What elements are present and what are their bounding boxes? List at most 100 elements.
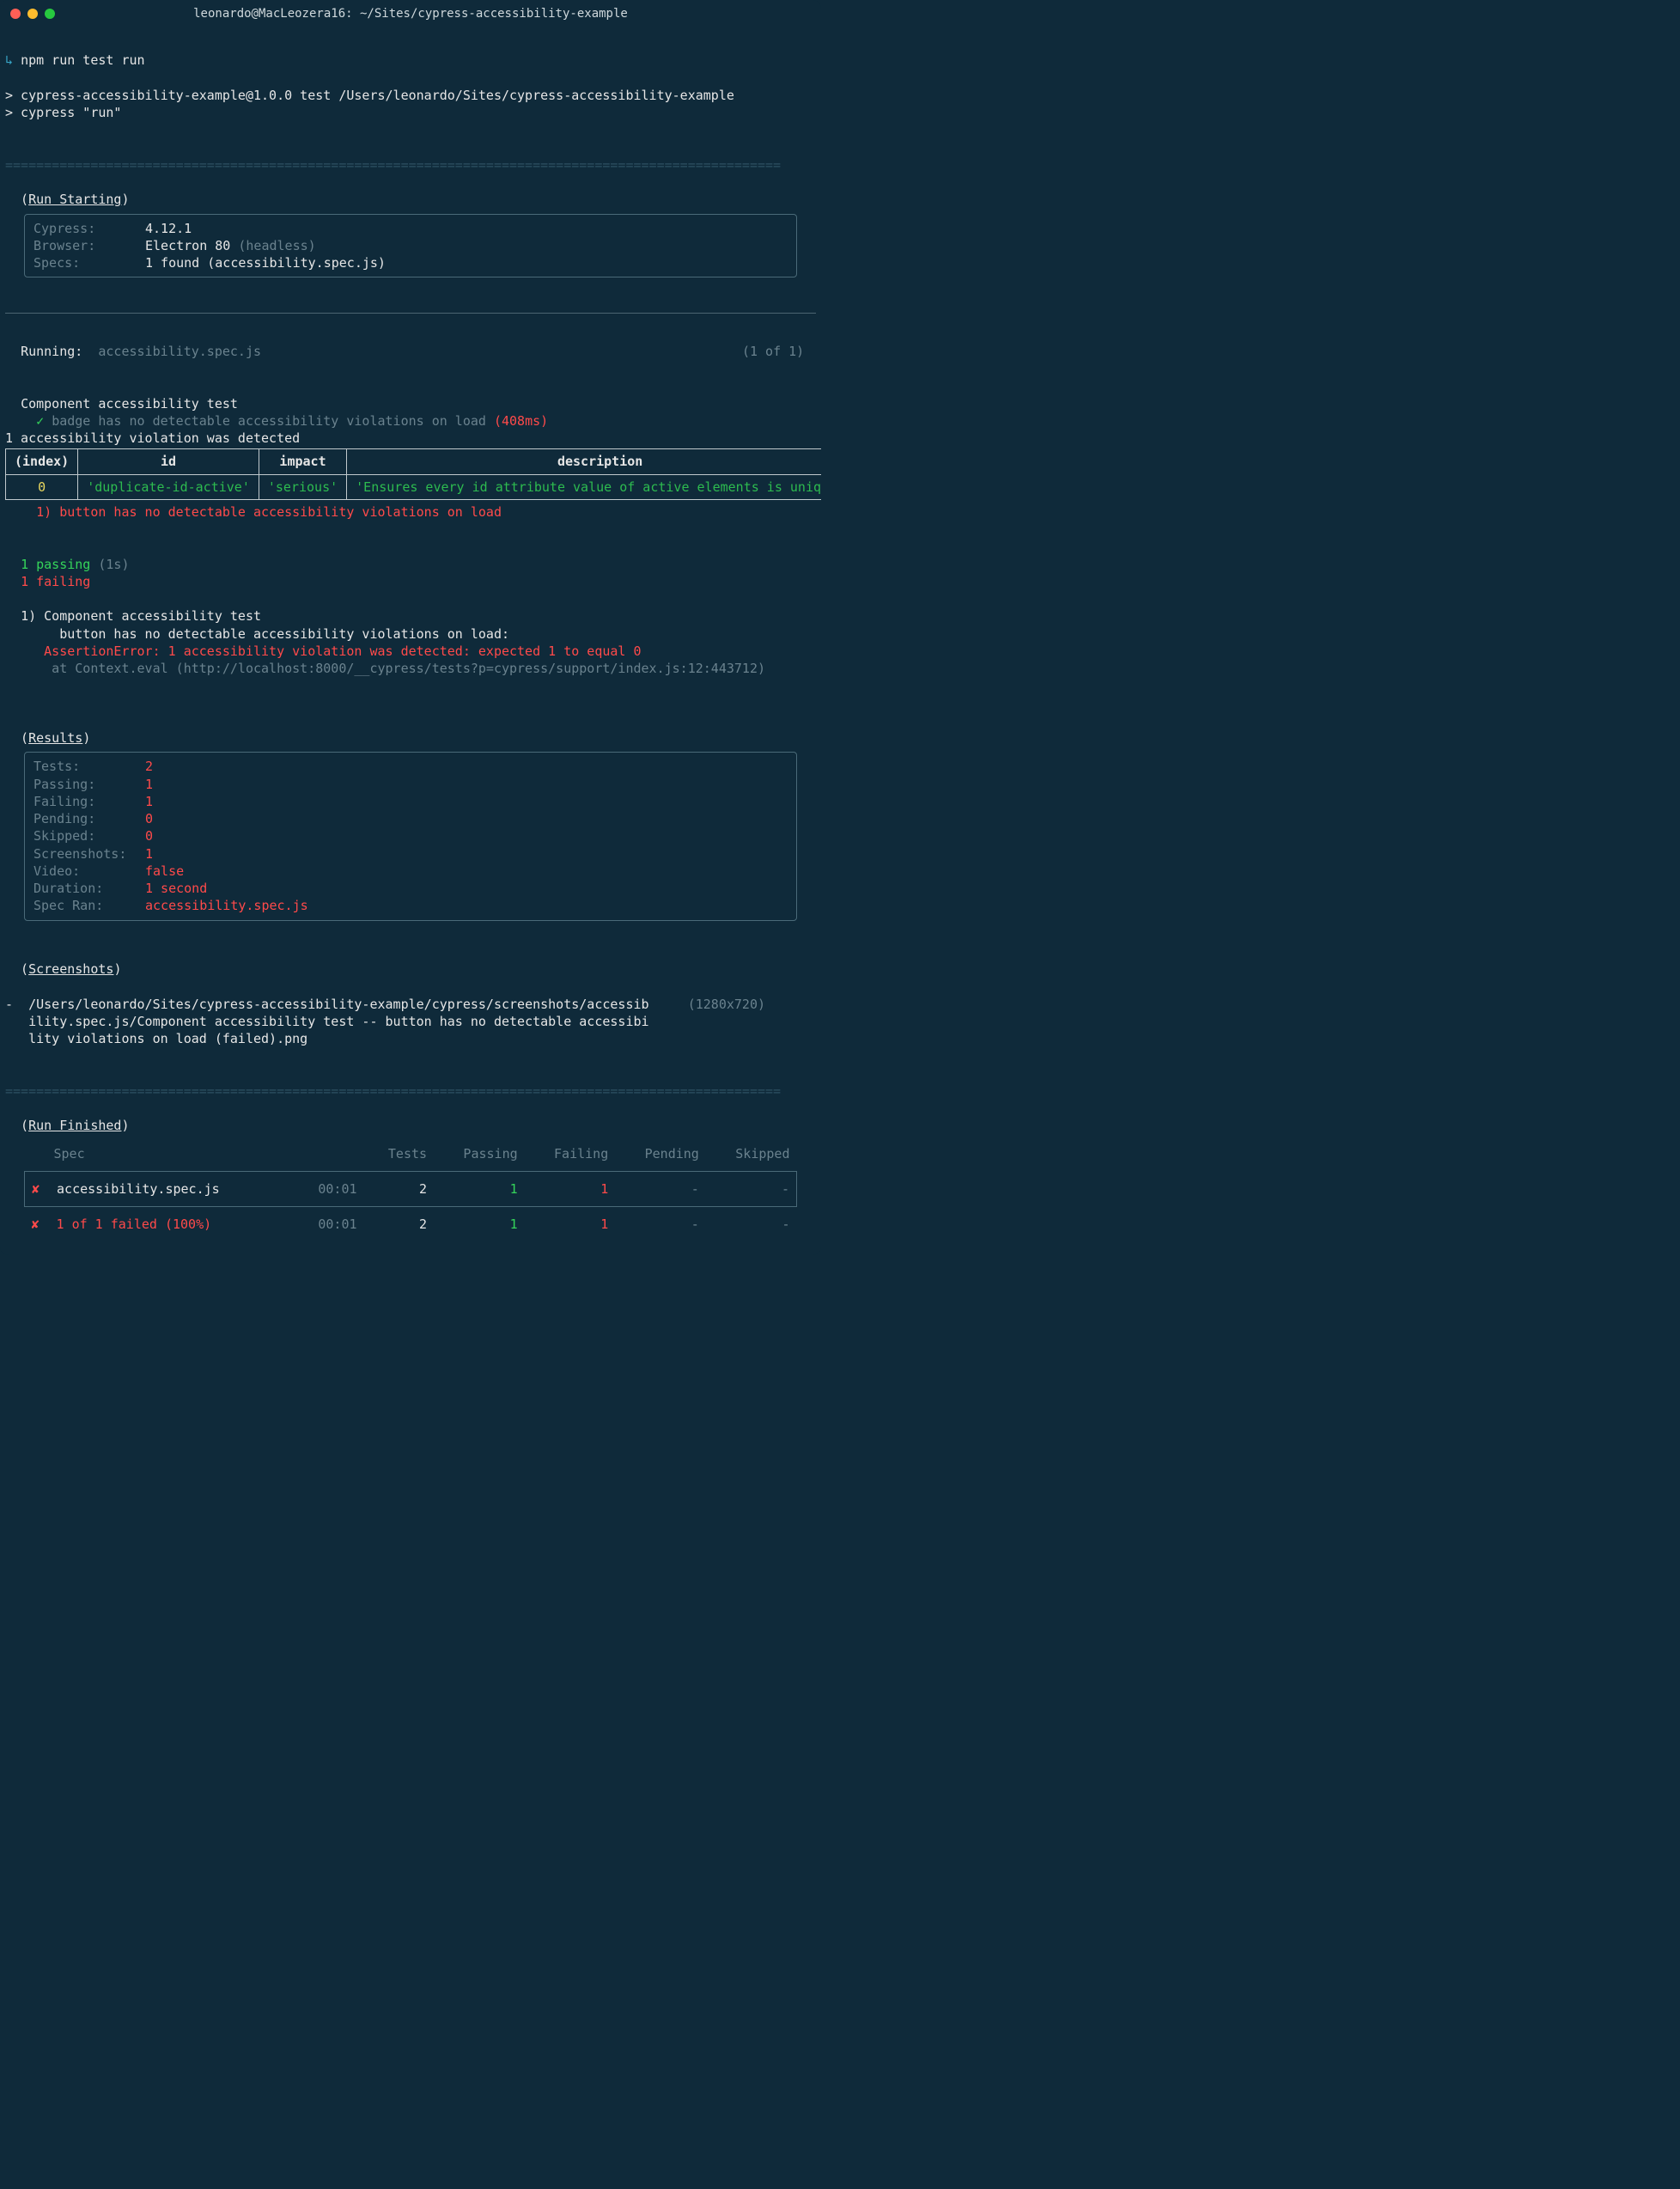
prompt-icon: ↳ <box>5 52 13 68</box>
fail-mark-icon: ✘ <box>32 1216 49 1233</box>
summary-total-row: ✘ 1 of 1 failed (100%) 00:01 2 1 1 - - <box>25 1207 797 1242</box>
col-passing: Passing <box>434 1140 525 1172</box>
col-skipped: Skipped <box>706 1140 797 1172</box>
run-summary-table: Spec Tests Passing Failing Pending Skipp… <box>24 1140 797 1242</box>
res-label: Skipped: <box>33 827 145 845</box>
hr-rule: ========================================… <box>5 157 781 173</box>
passing-count: 1 <box>21 557 28 572</box>
divider <box>5 313 816 314</box>
test-passed: badge has no detectable accessibility vi… <box>52 413 486 429</box>
summary-pending: - <box>615 1171 706 1206</box>
res-value: 1 <box>145 777 153 792</box>
env-value: 4.12.1 <box>145 221 192 236</box>
col-index: (index) <box>6 449 78 474</box>
res-label: Tests: <box>33 758 145 775</box>
cell-id: 'duplicate-id-active' <box>78 474 259 499</box>
res-value: 1 <box>145 794 153 809</box>
res-label: Failing: <box>33 793 145 810</box>
summary-total-label: 1 of 1 failed (100%) <box>57 1216 212 1232</box>
res-label: Video: <box>33 863 145 880</box>
minimize-icon[interactable] <box>27 9 38 19</box>
test-time: (408ms) <box>494 413 548 429</box>
screenshot-path: /Users/leonardo/Sites/cypress-accessibil… <box>28 997 648 1012</box>
res-label: Passing: <box>33 776 145 793</box>
summary-passing: 1 <box>434 1207 525 1242</box>
bullet: - <box>5 997 13 1012</box>
res-value: 1 <box>145 846 153 862</box>
col-time <box>294 1140 364 1172</box>
failure-test: button has no detectable accessibility v… <box>21 626 509 642</box>
res-label: Spec Ran: <box>33 897 145 914</box>
col-impact: impact <box>259 449 346 474</box>
col-pending: Pending <box>615 1140 706 1172</box>
summary-skipped: - <box>706 1207 797 1242</box>
npm-output-line: > cypress "run" <box>5 105 121 120</box>
table-row: 0 'duplicate-id-active' 'serious' 'Ensur… <box>6 474 822 499</box>
screenshot-path: lity violations on load (failed).png <box>28 1031 307 1046</box>
res-value: 2 <box>145 759 153 774</box>
res-label: Duration: <box>33 880 145 897</box>
res-value: 1 second <box>145 881 207 896</box>
res-label: Pending: <box>33 810 145 827</box>
terminal-output[interactable]: ↳ npm run test run > cypress-accessibili… <box>0 27 821 1247</box>
running-label: Running: <box>21 344 82 359</box>
summary-tests: 2 <box>364 1207 435 1242</box>
env-panel: Cypress:4.12.1 Browser:Electron 80 (head… <box>24 214 797 278</box>
res-label: Screenshots: <box>33 845 145 863</box>
fail-mark-icon: ✘ <box>32 1180 49 1198</box>
window-controls <box>10 9 55 19</box>
violation-msg: 1 accessibility violation was detected <box>5 430 300 446</box>
summary-failing: 1 <box>525 1171 616 1206</box>
titlebar: leonardo@MacLeozera16: ~/Sites/cypress-a… <box>0 0 821 27</box>
stack-trace: at Context.eval (http://localhost:8000/_… <box>21 661 765 676</box>
env-label: Specs: <box>33 254 145 271</box>
summary-spec: accessibility.spec.js <box>57 1181 220 1197</box>
col-id: id <box>78 449 259 474</box>
passing-time: (1s) <box>98 557 129 572</box>
res-value: 0 <box>145 828 153 844</box>
env-value: 1 found (accessibility.spec.js) <box>145 255 386 271</box>
cell-description: 'Ensures every id attribute value of act… <box>347 474 821 499</box>
summary-row: ✘ accessibility.spec.js 00:01 2 1 1 - - <box>25 1171 797 1206</box>
violations-table: (index) id impact description nodes 0 'd… <box>5 448 821 500</box>
command-text: npm run test run <box>21 52 145 68</box>
env-label: Cypress: <box>33 220 145 237</box>
checkmark-icon: ✓ <box>36 413 44 429</box>
col-spec: Spec <box>25 1140 295 1172</box>
zoom-icon[interactable] <box>45 9 55 19</box>
env-label: Browser: <box>33 237 145 254</box>
summary-time: 00:01 <box>294 1171 364 1206</box>
running-spec: accessibility.spec.js <box>98 344 261 359</box>
close-icon[interactable] <box>10 9 21 19</box>
npm-output-line: > cypress-accessibility-example@1.0.0 te… <box>5 88 734 103</box>
test-failed-item: 1) button has no detectable accessibilit… <box>36 504 502 520</box>
screenshot-path: ility.spec.js/Component accessibility te… <box>28 1014 648 1029</box>
env-value: Electron 80 <box>145 238 230 253</box>
summary-passing: 1 <box>434 1171 525 1206</box>
failing-word: failing <box>36 574 90 589</box>
summary-skipped: - <box>706 1171 797 1206</box>
section-screenshots: Screenshots <box>28 961 113 977</box>
results-panel: Tests:2 Passing:1 Failing:1 Pending:0 Sk… <box>24 752 797 920</box>
running-counter: (1 of 1) <box>742 344 804 359</box>
summary-tests: 2 <box>364 1171 435 1206</box>
res-value: false <box>145 863 184 879</box>
res-value: accessibility.spec.js <box>145 898 308 913</box>
cell-impact: 'serious' <box>259 474 346 499</box>
screenshot-dims: (1280x720) <box>688 997 765 1012</box>
col-description: description <box>347 449 821 474</box>
hr-rule: ========================================… <box>5 1083 781 1099</box>
res-value: 0 <box>145 811 153 826</box>
col-failing: Failing <box>525 1140 616 1172</box>
col-tests: Tests <box>364 1140 435 1172</box>
env-note: (headless) <box>238 238 315 253</box>
section-run-finished: Run Finished <box>28 1118 121 1133</box>
summary-failing: 1 <box>525 1207 616 1242</box>
assertion-error: AssertionError: 1 accessibility violatio… <box>21 643 641 659</box>
section-run-starting: Run Starting <box>28 192 121 207</box>
failing-count: 1 <box>21 574 28 589</box>
window-title: leonardo@MacLeozera16: ~/Sites/cypress-a… <box>0 6 821 22</box>
summary-time: 00:01 <box>294 1207 364 1242</box>
cell-index: 0 <box>6 474 78 499</box>
section-results: Results <box>28 730 82 746</box>
